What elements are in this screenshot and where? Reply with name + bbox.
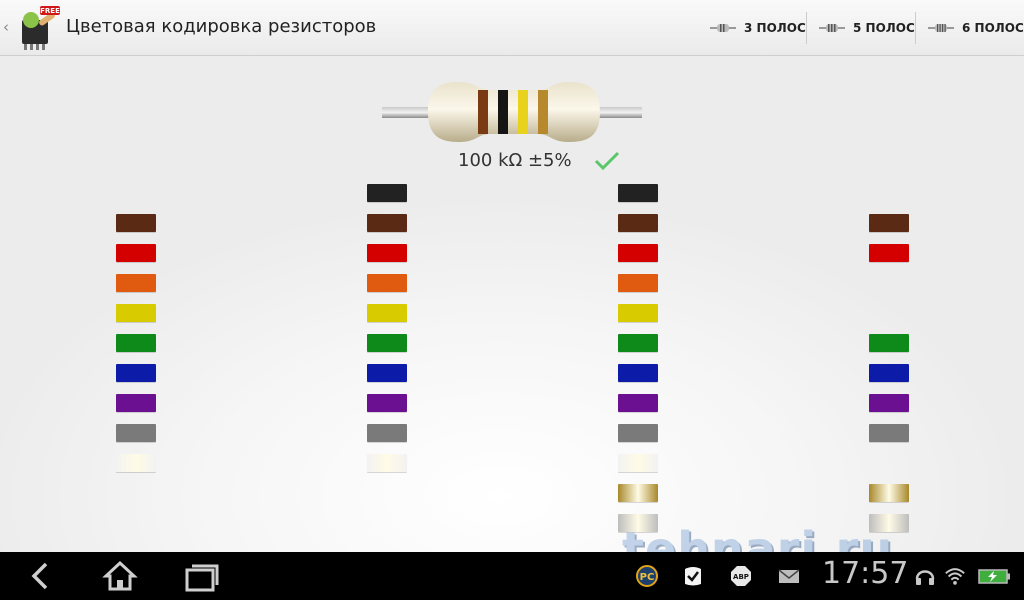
up-navigation-icon[interactable]: ‹ — [3, 18, 9, 36]
wifi-icon — [945, 568, 965, 585]
color-swatch-red[interactable] — [618, 244, 658, 262]
color-swatch-yellow[interactable] — [618, 304, 658, 322]
color-swatch-gold[interactable] — [869, 484, 909, 502]
color-swatch-brown[interactable] — [618, 214, 658, 232]
color-swatch-yellow[interactable] — [367, 304, 407, 322]
resistor-band — [538, 90, 548, 134]
tab-label: 5 ПОЛОС — [853, 20, 915, 35]
action-bar: ‹ FREE Цветовая кодировка резисторов 3 П… — [0, 0, 1024, 56]
resistance-value: 100 kΩ ±5% — [458, 150, 572, 171]
color-swatch-brown[interactable] — [367, 214, 407, 232]
tab-divider — [806, 12, 807, 44]
color-swatch-brown[interactable] — [869, 214, 909, 232]
color-swatch-green[interactable] — [869, 334, 909, 352]
free-badge: FREE — [40, 7, 60, 15]
color-swatch-orange[interactable] — [367, 274, 407, 292]
color-swatch-green[interactable] — [618, 334, 658, 352]
tab-label: 6 ПОЛОС — [962, 20, 1024, 35]
task-done-icon[interactable] — [682, 565, 704, 587]
check-icon — [594, 151, 619, 170]
mail-icon[interactable] — [778, 565, 800, 587]
color-swatch-black[interactable] — [618, 184, 658, 202]
color-swatch-grey[interactable] — [116, 424, 156, 442]
home-icon[interactable] — [100, 558, 140, 594]
color-swatch-white[interactable] — [116, 454, 156, 472]
resistor-band — [478, 90, 488, 134]
color-swatch-blue[interactable] — [869, 364, 909, 382]
resistor-icon — [819, 23, 845, 32]
color-swatch-violet[interactable] — [116, 394, 156, 412]
tab-divider — [915, 12, 916, 44]
color-swatch-violet[interactable] — [367, 394, 407, 412]
tab-label: 3 ПОЛОС — [744, 20, 806, 35]
color-swatch-green[interactable] — [116, 334, 156, 352]
back-icon[interactable] — [22, 558, 62, 594]
svg-text:PC: PC — [640, 572, 655, 583]
color-swatch-red[interactable] — [116, 244, 156, 262]
resistance-value-row: 100 kΩ ±5% — [458, 150, 620, 171]
color-swatch-blue[interactable] — [367, 364, 407, 382]
color-swatch-white[interactable] — [367, 454, 407, 472]
recent-apps-icon[interactable] — [182, 558, 222, 594]
color-swatch-violet[interactable] — [618, 394, 658, 412]
color-swatch-grey[interactable] — [367, 424, 407, 442]
resistor-band — [518, 90, 528, 134]
tab-3-bands[interactable]: 3 ПОЛОС — [710, 0, 806, 55]
color-swatch-yellow[interactable] — [116, 304, 156, 322]
color-swatch-orange[interactable] — [116, 274, 156, 292]
color-swatch-white[interactable] — [618, 454, 658, 472]
svg-text:ABP: ABP — [733, 573, 749, 581]
app-title: Цветовая кодировка резисторов — [66, 16, 377, 37]
app-icon[interactable]: FREE — [16, 6, 60, 50]
color-swatch-red[interactable] — [869, 244, 909, 262]
resistor-image — [382, 82, 642, 142]
resistor-band — [498, 90, 508, 134]
color-swatch-violet[interactable] — [869, 394, 909, 412]
color-swatch-red[interactable] — [367, 244, 407, 262]
color-swatch-black[interactable] — [367, 184, 407, 202]
color-swatch-brown[interactable] — [116, 214, 156, 232]
tab-6-bands[interactable]: 6 ПОЛОС — [928, 0, 1024, 55]
pc-app-icon[interactable]: PC — [636, 565, 658, 587]
resistor-icon — [710, 23, 736, 32]
color-swatch-blue[interactable] — [618, 364, 658, 382]
clock: 17:57 — [822, 556, 909, 591]
color-swatch-grey[interactable] — [869, 424, 909, 442]
color-swatch-grey[interactable] — [618, 424, 658, 442]
tab-5-bands[interactable]: 5 ПОЛОС — [819, 0, 915, 55]
battery-icon — [978, 569, 1010, 584]
color-swatch-orange[interactable] — [618, 274, 658, 292]
color-swatch-blue[interactable] — [116, 364, 156, 382]
headphones-icon — [915, 570, 935, 585]
resistor-icon — [928, 23, 954, 32]
color-swatch-green[interactable] — [367, 334, 407, 352]
color-picker-area: 100 kΩ ±5% — [0, 56, 1024, 552]
adblock-icon[interactable]: ABP — [730, 565, 752, 587]
color-swatch-gold[interactable] — [618, 484, 658, 502]
